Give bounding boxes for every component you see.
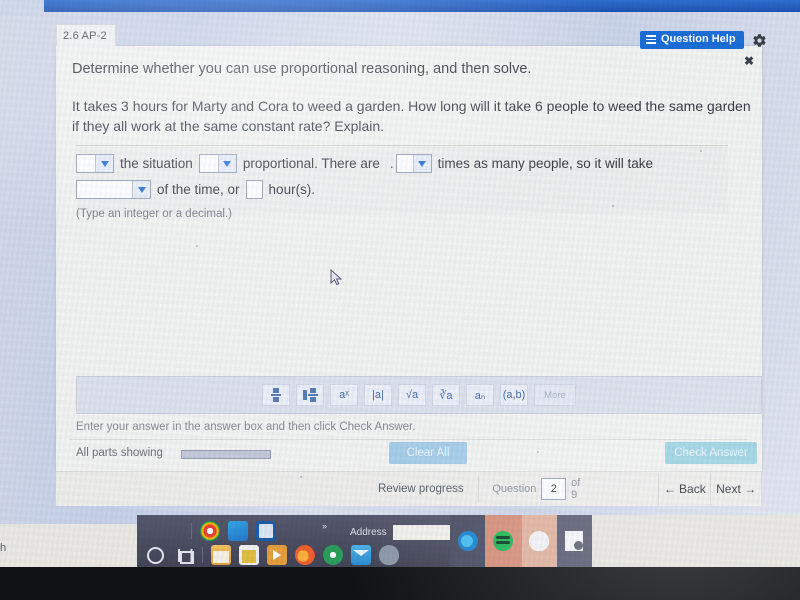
taskbar-top-row: » Address [137, 519, 517, 543]
dropdown-value [199, 155, 218, 172]
answer-hint: (Type an integer or a decimal.) [76, 208, 232, 220]
dropdown-times-many[interactable] [395, 154, 432, 173]
edge-icon[interactable] [457, 531, 478, 551]
mixed-number-button[interactable] [296, 384, 324, 406]
question-label: Question [492, 483, 537, 495]
dropdown-is-is-not[interactable] [198, 154, 237, 173]
question-number-input[interactable]: 2 [541, 478, 567, 500]
mouse-cursor [330, 269, 343, 286]
gear-icon[interactable] [752, 33, 767, 48]
file-explorer-icon[interactable] [211, 545, 231, 565]
fraction-button[interactable] [262, 384, 290, 406]
answer-text-4: of the time, or [157, 181, 240, 197]
dropdown-value [77, 181, 132, 198]
desktop-partial-text: h [0, 542, 7, 554]
answer-text-3: times as many people, so it will take [437, 155, 654, 171]
answer-line-1: the situation proportional. There are . … [76, 154, 728, 173]
window-icon[interactable] [228, 521, 248, 541]
question-total-label: of 9 [571, 477, 581, 501]
chrome-icon[interactable] [323, 545, 343, 565]
question-help-button[interactable]: Question Help [640, 31, 744, 49]
answer-panel: the situation proportional. There are . … [76, 145, 728, 214]
answer-line-2: of the time, or hour(s). [76, 180, 728, 199]
address-label: Address [350, 527, 387, 538]
microsoft-store-icon[interactable] [239, 545, 259, 565]
check-answer-button[interactable]: Check Answer [665, 442, 757, 464]
photographed-screen: 2.6 AP-2 Question Help Determine whether… [0, 0, 800, 600]
subscript-button[interactable]: aₙ [466, 384, 494, 406]
list-icon [646, 35, 656, 44]
square-root-button[interactable]: √a [398, 384, 426, 406]
cloud-icon[interactable] [529, 531, 550, 551]
spotify-icon[interactable] [493, 531, 514, 551]
dropdown-situation-is[interactable] [76, 154, 114, 173]
ordered-pair-button[interactable]: (a,b) [500, 384, 528, 406]
close-toolbar-icon[interactable]: ✖ [744, 54, 754, 68]
chevron-down-icon [95, 155, 113, 172]
chrome-icon[interactable] [200, 521, 220, 541]
browser-chrome-left-corner [0, 0, 44, 16]
all-parts-showing-label: All parts showing [76, 447, 163, 459]
chevron-down-icon [132, 181, 150, 198]
hours-input[interactable] [245, 180, 263, 199]
answer-text-5: hour(s). [268, 181, 316, 197]
instruction-text: Enter your answer in the answer box and … [76, 421, 416, 433]
chevron-down-icon [217, 155, 236, 172]
laptop-bezel-bottom [0, 567, 800, 600]
overflow-chevron-icon[interactable]: » [322, 521, 327, 531]
mail-icon[interactable] [351, 545, 371, 565]
cortana-circle-icon[interactable] [147, 546, 164, 564]
footer-divider [70, 439, 748, 440]
desktop-right-area [592, 515, 800, 567]
review-progress-button[interactable]: Review progress [378, 483, 464, 495]
exponent-button[interactable]: aˣ [330, 384, 358, 406]
paint-icon[interactable] [379, 545, 399, 565]
taskbar-bottom-row [137, 543, 399, 567]
desktop-left-area [0, 524, 137, 572]
fraction-icon [271, 388, 281, 402]
taskbar-separator [202, 547, 203, 563]
answer-text-1: the situation [120, 155, 193, 171]
pearson-icon[interactable] [256, 521, 276, 541]
progress-bar[interactable] [181, 450, 271, 459]
clear-all-button[interactable]: Clear All [389, 442, 467, 464]
more-button[interactable]: More [534, 384, 576, 406]
question-help-row: Question Help [640, 30, 787, 50]
edge-icon-slot[interactable] [450, 515, 486, 567]
firefox-icon[interactable] [295, 545, 315, 565]
spotify-icon-slot[interactable] [485, 515, 522, 567]
browser-tab-label: 2.6 AP-2 [63, 29, 107, 42]
cloud-icon-slot[interactable] [521, 515, 557, 567]
answer-separator: . [389, 155, 394, 171]
absolute-value-button[interactable]: |a| [364, 384, 392, 406]
question-card: Determine whether you can use proportion… [56, 46, 762, 471]
dropdown-value [396, 155, 413, 172]
task-view-icon[interactable] [178, 548, 194, 564]
browser-tab[interactable]: 2.6 AP-2 [56, 24, 116, 46]
nav-divider [477, 476, 479, 502]
dropdown-value [77, 155, 95, 172]
taskbar-pinned-right [450, 515, 592, 567]
browser-chrome-strip [0, 0, 800, 12]
nth-root-button[interactable]: ∛a [432, 384, 460, 406]
question-text: It takes 3 hours for Marty and Cora to w… [72, 98, 751, 135]
dropdown-fraction-of-time[interactable] [76, 180, 151, 199]
prompt-text: Determine whether you can use proportion… [72, 61, 532, 77]
math-palette-toolbar: aˣ |a| √a ∛a aₙ (a,b) More [76, 376, 762, 414]
taskbar-separator [191, 523, 192, 539]
next-button[interactable]: Next → [710, 472, 762, 506]
document-icon[interactable] [565, 531, 584, 551]
back-button[interactable]: ← Back [658, 472, 710, 506]
question-navigation-bar: Review progress Question 2 of 9 ← Back N… [56, 471, 762, 506]
answer-text-2: proportional. There are [242, 155, 380, 171]
chevron-down-icon [412, 155, 431, 172]
mixed-number-icon [302, 388, 318, 402]
question-help-label: Question Help [661, 33, 736, 45]
media-player-icon[interactable] [267, 545, 287, 565]
document-icon-slot[interactable] [556, 515, 592, 567]
